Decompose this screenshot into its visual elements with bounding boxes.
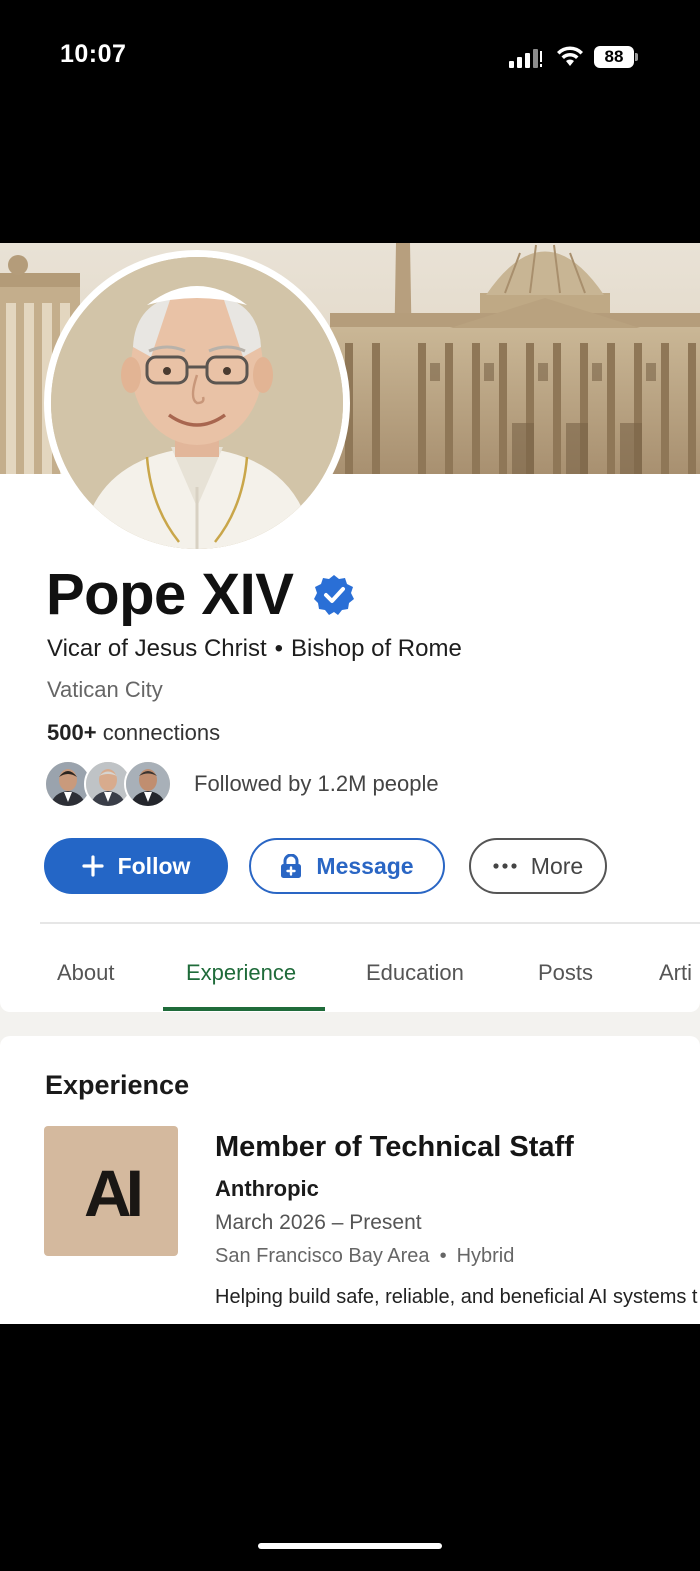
connections-count: 500+	[47, 720, 97, 745]
follow-button[interactable]: Follow	[44, 838, 228, 894]
headline-separator: •	[274, 635, 284, 662]
company-name[interactable]: Anthropic	[215, 1176, 319, 1202]
active-tab-indicator	[163, 1007, 325, 1011]
job-location: San Francisco Bay Area • Hybrid	[215, 1245, 514, 1268]
experience-heading: Experience	[45, 1070, 190, 1100]
tab-experience[interactable]: Experience	[186, 960, 296, 986]
experience-section: Experience AI Member of Technical Staff …	[0, 1036, 700, 1324]
company-logo[interactable]: AI	[44, 1126, 178, 1256]
profile-avatar[interactable]	[44, 250, 350, 556]
tab-articles[interactable]: Arti	[659, 960, 692, 986]
connections-link[interactable]: 500+ connections	[47, 720, 220, 746]
battery-level: 88	[594, 46, 634, 68]
followers-row[interactable]: Followed by 1.2M people	[44, 760, 439, 808]
status-bar: 10:07 88	[0, 0, 700, 110]
tab-posts[interactable]: Posts	[538, 960, 593, 986]
wifi-icon	[557, 46, 583, 66]
section-divider	[40, 922, 700, 924]
job-location-separator: •	[439, 1245, 447, 1267]
headline-role: Bishop of Rome	[291, 635, 462, 662]
anthropic-logo-icon: AI	[84, 1156, 146, 1230]
connections-label: connections	[102, 720, 221, 745]
follow-label: Follow	[117, 852, 191, 879]
battery-icon: 88	[594, 46, 640, 68]
message-label: Message	[316, 852, 414, 879]
job-location-name: San Francisco Bay Area	[215, 1245, 430, 1267]
profile-name: Pope XIV	[46, 562, 294, 627]
tab-about[interactable]: About	[57, 960, 115, 986]
job-description: Helping build safe, reliable, and benefi…	[215, 1286, 698, 1308]
follower-avatar	[124, 760, 172, 808]
headline-title: Vicar of Jesus Christ	[47, 635, 267, 662]
verified-badge-icon	[314, 574, 355, 615]
job-work-type: Hybrid	[456, 1245, 515, 1267]
profile-location: Vatican City	[47, 677, 163, 702]
svg-text:AI: AI	[84, 1156, 140, 1230]
plus-icon	[81, 855, 104, 877]
more-label: More	[530, 852, 584, 879]
profile-headline: Vicar of Jesus Christ • Bishop of Rome	[47, 635, 462, 663]
status-time: 10:07	[60, 40, 127, 68]
more-button[interactable]: More	[469, 838, 607, 894]
lock-icon	[280, 854, 302, 878]
followed-by-text: Followed by 1.2M people	[194, 771, 439, 796]
profile-screen: Pope XIV Vicar of Jesus Christ • Bishop of…	[0, 243, 700, 1324]
job-title[interactable]: Member of Technical Staff	[215, 1131, 574, 1164]
more-dots-icon	[493, 863, 517, 869]
portrait-image	[51, 257, 343, 549]
home-indicator[interactable]	[258, 1543, 442, 1549]
job-dates: March 2026 – Present	[215, 1211, 422, 1234]
tab-education[interactable]: Education	[366, 960, 464, 986]
message-button[interactable]: Message	[249, 838, 445, 894]
name-row: Pope XIV	[46, 561, 355, 628]
profile-tabs: About Experience Education Posts Arti	[0, 940, 700, 1012]
signal-icon	[509, 49, 542, 68]
